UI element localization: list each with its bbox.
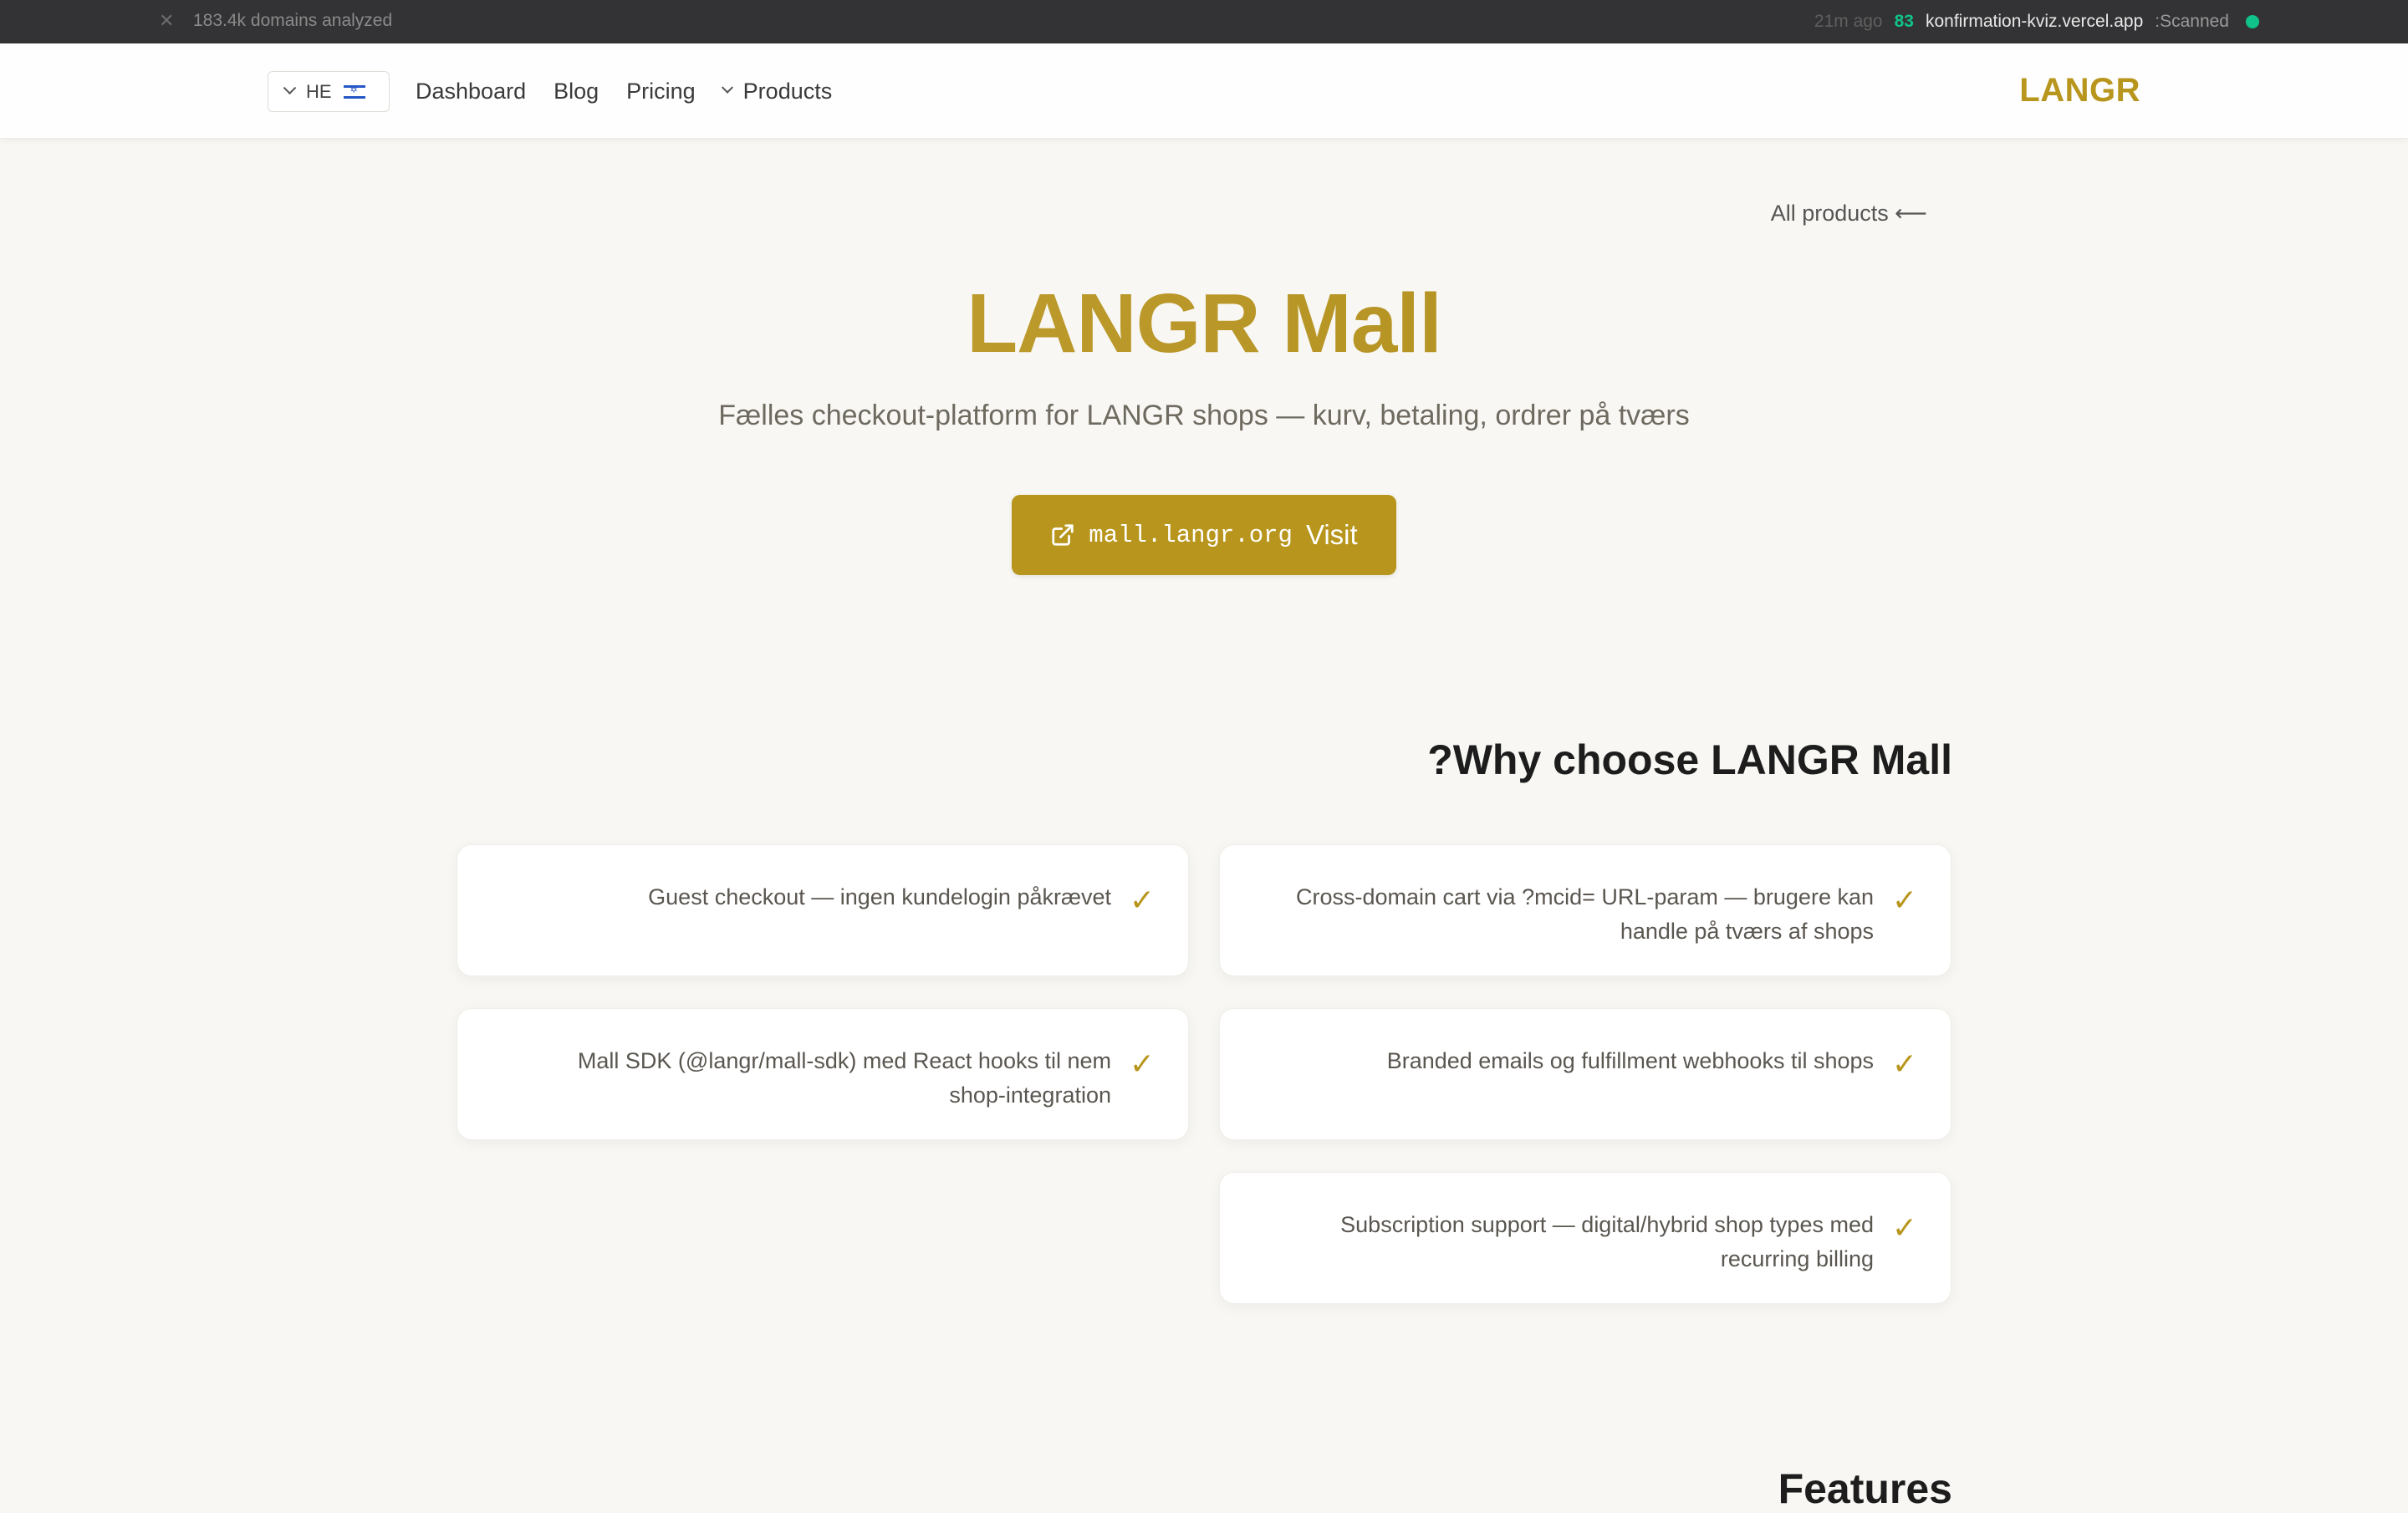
- scan-time: 21m ago: [1814, 12, 1883, 31]
- benefit-text: Mall SDK (@langr/mall-sdk) med React hoo…: [577, 1048, 1111, 1108]
- benefit-card: Mall SDK (@langr/mall-sdk) med React hoo…: [457, 1008, 1189, 1140]
- benefit-text: Cross-domain cart via ?mcid= URL-param —…: [1295, 884, 1874, 944]
- benefit-card: Subscription support — digital/hybrid sh…: [1219, 1172, 1951, 1304]
- chevron-down-icon: [283, 81, 297, 95]
- scan-status: :Scanned: [2155, 12, 2229, 31]
- check-icon: ✓: [1891, 1047, 1917, 1081]
- check-icon: ✓: [1129, 883, 1155, 917]
- site-header: HE Dashboard Blog Pricing Products LANGR: [0, 43, 2408, 139]
- language-selector[interactable]: HE: [268, 71, 390, 112]
- nav-blog[interactable]: Blog: [554, 79, 599, 104]
- nav-products-dropdown[interactable]: Products: [721, 78, 833, 104]
- nav-dashboard[interactable]: Dashboard: [416, 79, 526, 104]
- benefit-card: Guest checkout — ingen kundelogin påkræv…: [457, 844, 1189, 976]
- page-subtitle: Fælles checkout-platform for LANGR shops…: [718, 400, 1690, 431]
- nav-products-label: Products: [742, 78, 833, 104]
- scan-score: 83: [1894, 12, 1914, 31]
- check-icon: ✓: [1891, 883, 1917, 917]
- check-icon: ✓: [1129, 1047, 1155, 1081]
- benefit-text: Guest checkout — ingen kundelogin påkræv…: [648, 884, 1111, 909]
- domains-count: 183.4k domains analyzed: [193, 11, 393, 30]
- features-heading: Features: [1778, 1465, 1952, 1512]
- visit-button[interactable]: mall.langr.org Visit: [1012, 495, 1396, 575]
- language-code: HE: [306, 80, 332, 102]
- scanner-bar: ✕ 183.4k domains analyzed 21m ago 83 kon…: [0, 0, 2408, 43]
- page-title: LANGR Mall: [0, 276, 2408, 372]
- main-nav: Dashboard Blog Pricing Products: [416, 43, 832, 139]
- benefit-text: Subscription support — digital/hybrid sh…: [1340, 1212, 1874, 1271]
- chevron-down-icon: [721, 81, 733, 94]
- nav-pricing[interactable]: Pricing: [626, 79, 696, 104]
- scanned-domain[interactable]: konfirmation-kviz.vercel.app: [1926, 12, 2143, 32]
- status-dot-icon: [2246, 15, 2259, 28]
- why-choose-heading: ?Why choose LANGR Mall: [1427, 736, 1952, 783]
- benefit-card: Branded emails og fulfillment webhooks t…: [1219, 1008, 1951, 1140]
- check-icon: ✓: [1891, 1210, 1917, 1245]
- external-link-icon: [1052, 524, 1074, 546]
- benefit-text: Branded emails og fulfillment webhooks t…: [1386, 1048, 1874, 1073]
- israel-flag-icon: [343, 84, 365, 99]
- benefit-card: Cross-domain cart via ?mcid= URL-param —…: [1219, 844, 1951, 976]
- visit-label: Visit: [1305, 519, 1358, 550]
- scan-status-group: 21m ago 83 konfirmation-kviz.vercel.app …: [1814, 0, 2259, 43]
- all-products-link[interactable]: All products ⟵: [1771, 201, 1927, 227]
- site-logo[interactable]: LANGR: [2019, 72, 2140, 110]
- close-icon[interactable]: ✕: [159, 10, 174, 32]
- visit-url: mall.langr.org: [1089, 521, 1293, 549]
